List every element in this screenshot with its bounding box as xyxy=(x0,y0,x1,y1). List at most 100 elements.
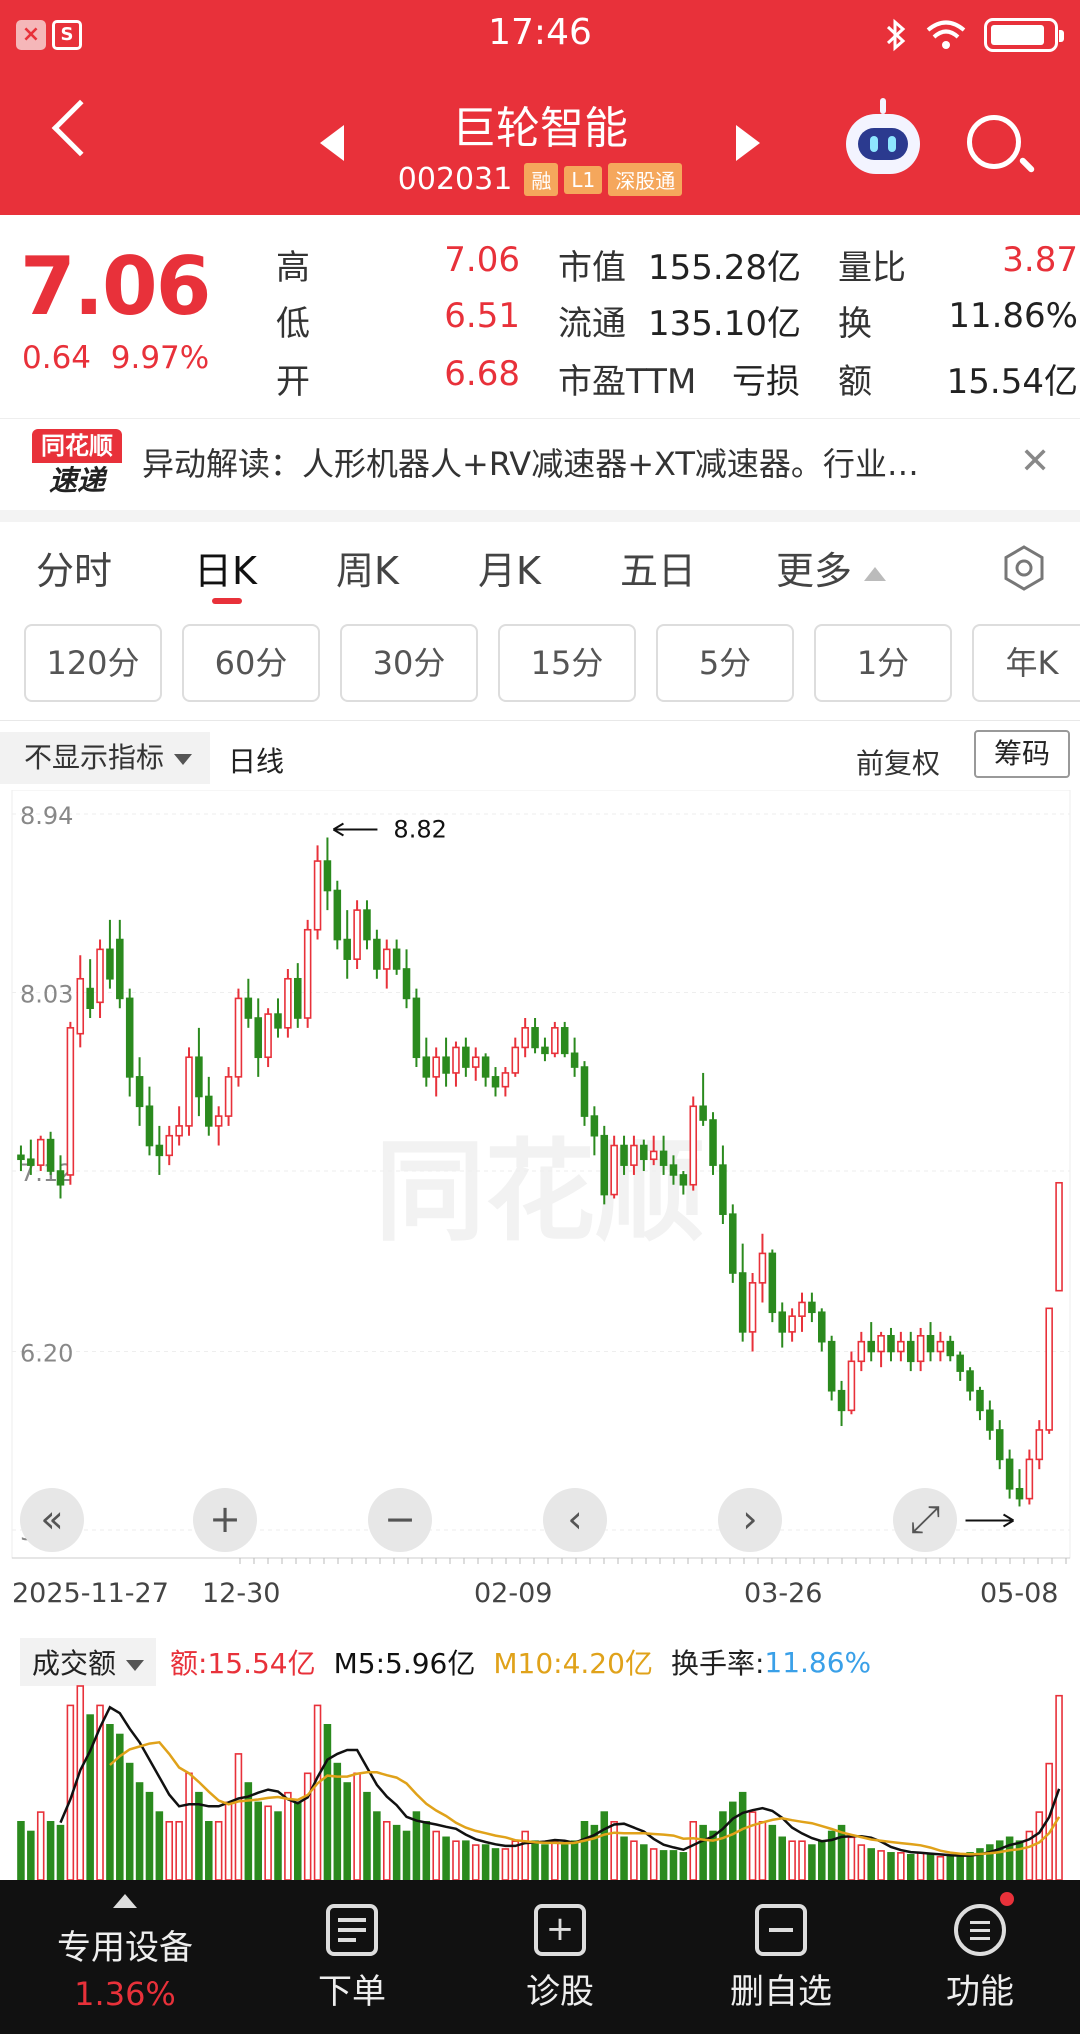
candle-body xyxy=(570,1052,579,1068)
chart-watermark: 同花顺 xyxy=(375,1128,705,1256)
candle-body xyxy=(837,1389,846,1412)
pe-label: 市盈TTM xyxy=(558,362,697,402)
tab-five-day[interactable]: 五日 xyxy=(620,540,696,595)
news-bar[interactable]: 同花顺 速递 异动解读：人形机器人+RV减速器+XT减速器。行业… ✕ xyxy=(0,418,1080,510)
volume-bar xyxy=(284,1791,292,1880)
news-logo: 同花顺 速递 xyxy=(32,429,122,499)
chip-15min[interactable]: 15分 xyxy=(498,624,636,702)
tab-weekly-k[interactable]: 周K xyxy=(336,540,399,595)
rewind-icon[interactable]: « xyxy=(20,1488,84,1552)
volume-bar xyxy=(175,1821,183,1880)
next-icon[interactable]: › xyxy=(718,1488,782,1552)
y-tick-label: 6.20 xyxy=(20,1339,73,1367)
candle-body xyxy=(46,1138,55,1172)
amount-value: 15.54亿 xyxy=(946,362,1078,402)
settings-hex-icon[interactable] xyxy=(1000,544,1048,592)
fullscreen-icon[interactable]: ⤢ xyxy=(893,1488,957,1552)
x-tick-label: 2025-11-27 xyxy=(12,1578,169,1609)
candle-body xyxy=(719,1164,727,1215)
candle-body xyxy=(827,1340,836,1392)
candle-body xyxy=(422,1056,431,1078)
candle-body xyxy=(17,1154,25,1161)
prev-icon[interactable]: ‹ xyxy=(543,1488,607,1552)
tab-intraday[interactable]: 分时 xyxy=(36,540,112,595)
nav-functions[interactable]: 功能 xyxy=(920,1880,1040,2034)
zoom-out-icon[interactable]: − xyxy=(368,1488,432,1552)
search-icon[interactable] xyxy=(967,115,1021,169)
candle-body xyxy=(906,1340,915,1363)
notification-dot xyxy=(1000,1892,1014,1906)
chip-year-k[interactable]: 年K xyxy=(972,624,1080,702)
nav-diagnose[interactable]: + 诊股 xyxy=(500,1880,620,2034)
chip-120min[interactable]: 120分 xyxy=(24,624,162,702)
volume-bar xyxy=(481,1844,490,1880)
candle-body xyxy=(294,977,302,1019)
candle-body xyxy=(778,1311,786,1333)
chip-5min[interactable]: 5分 xyxy=(656,624,794,702)
candle-body xyxy=(956,1354,964,1372)
volume-bar xyxy=(580,1821,589,1880)
robot-assistant-icon[interactable] xyxy=(846,98,920,174)
candle-body xyxy=(234,997,243,1078)
chip-60min[interactable]: 60分 xyxy=(182,624,320,702)
volume-bar xyxy=(877,1850,885,1880)
candle-body xyxy=(106,948,114,980)
pe-value: 亏损 xyxy=(732,362,800,402)
candle-body xyxy=(630,1144,638,1166)
candle-body xyxy=(847,1360,856,1412)
volume-bar xyxy=(224,1801,233,1880)
candle-body xyxy=(897,1340,905,1353)
tab-daily-k[interactable]: 日K xyxy=(194,540,257,595)
next-stock-button[interactable] xyxy=(736,125,760,161)
volume-bar xyxy=(600,1811,609,1880)
chip-1min[interactable]: 1分 xyxy=(814,624,952,702)
volume-select-label: 成交额 xyxy=(32,1647,117,1680)
volume-bar xyxy=(551,1840,559,1880)
x-tick-label: 03-26 xyxy=(744,1578,822,1609)
volume-amount: 额:15.54亿 xyxy=(170,1647,316,1680)
chip-30min[interactable]: 30分 xyxy=(340,624,478,702)
tab-more[interactable]: 更多 xyxy=(776,540,887,595)
candle-body xyxy=(382,948,391,970)
tag-margin: 融 xyxy=(524,163,559,196)
news-text[interactable]: 异动解读：人形机器人+RV减速器+XT减速器。行业… xyxy=(142,439,1002,485)
volume-select[interactable]: 成交额 xyxy=(20,1638,157,1686)
volume-bar xyxy=(699,1824,707,1880)
volume-ratio-label: 量比 xyxy=(838,248,906,288)
close-icon[interactable]: ✕ xyxy=(1020,441,1050,482)
indicator-select[interactable]: 不显示指标 xyxy=(0,732,210,784)
nav-order[interactable]: 下单 xyxy=(292,1880,412,2034)
caret-down-icon xyxy=(126,1659,145,1671)
tab-monthly-k[interactable]: 月K xyxy=(478,540,541,595)
candle-body xyxy=(56,1170,65,1186)
volume-bar xyxy=(145,1791,154,1880)
candle-body xyxy=(620,1144,628,1166)
nav-industry[interactable]: 专用设备 1.36% xyxy=(30,1880,220,2034)
candle-body xyxy=(551,1027,559,1055)
chips-button[interactable]: 筹码 xyxy=(974,730,1070,778)
candle-body xyxy=(402,968,411,1000)
volume-bar xyxy=(956,1855,964,1880)
open-value: 6.68 xyxy=(444,354,520,394)
stock-code: 002031 xyxy=(397,162,513,197)
volume-bar xyxy=(1015,1840,1024,1880)
candle-body xyxy=(926,1334,935,1353)
turnover-rate-label: 换手率: xyxy=(670,1647,765,1680)
volume-chart xyxy=(17,1685,1063,1880)
line-type-label: 日线 xyxy=(228,745,285,778)
candle-body xyxy=(96,948,104,1004)
candle-body xyxy=(867,1340,875,1353)
candle-body xyxy=(659,1150,668,1166)
float-cap-label: 流通 xyxy=(558,304,626,344)
volume-bar xyxy=(719,1811,727,1880)
candlestick-chart[interactable]: 同花顺 8.948.037.126.205.29 8.825.41 2025-1… xyxy=(0,790,1080,1610)
adjust-mode[interactable]: 前复权 xyxy=(856,742,940,782)
volume-bar xyxy=(669,1850,678,1880)
candle-body xyxy=(738,1272,747,1333)
volume-bar xyxy=(373,1811,381,1880)
volume-bar xyxy=(560,1844,569,1880)
zoom-in-icon[interactable]: + xyxy=(193,1488,257,1552)
volume-bar xyxy=(679,1852,688,1880)
volume-bar xyxy=(798,1840,806,1880)
nav-remove-watchlist[interactable]: 删自选 xyxy=(706,1880,856,2034)
